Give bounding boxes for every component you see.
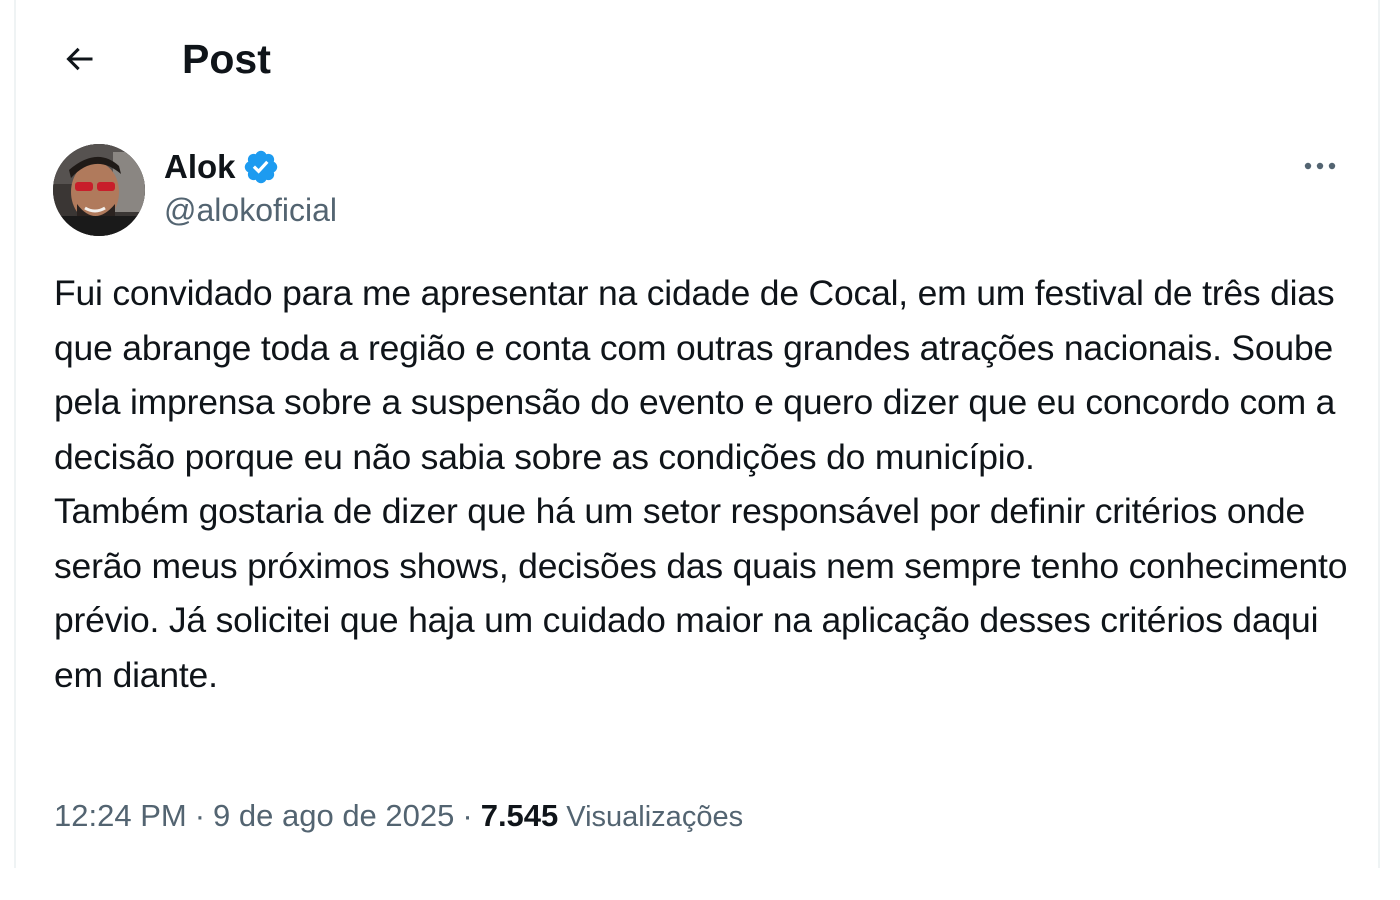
meta-separator: · [462,798,473,833]
post-header: Post [16,0,1378,118]
views-count[interactable]: 7.545 [481,798,559,834]
post-text: Fui convidado para me apresentar na cida… [54,273,1348,695]
meta-separator: · [194,798,206,833]
views-label: Visualizações [566,801,744,833]
back-button[interactable] [56,36,102,82]
post-meta: 12:24 PM · 9 de ago de 2025 · 7.545 Visu… [54,798,743,834]
author-name[interactable]: Alok [164,148,236,186]
author-handle[interactable]: @alokoficial [164,192,337,229]
verified-badge-icon[interactable] [242,148,280,186]
more-horizontal-icon [1304,162,1336,170]
post-date[interactable]: 9 de ago de 2025 [213,798,454,834]
more-options-button[interactable] [1298,146,1342,186]
page-title: Post [182,36,271,82]
post-container: Post Alok @alokoficial Fui convidado par… [14,0,1380,868]
avatar[interactable] [53,144,145,236]
author-name-row: Alok [164,146,337,188]
author-info: Alok @alokoficial [164,146,337,229]
avatar-image [53,144,145,236]
arrow-left-icon [66,47,93,71]
post-time[interactable]: 12:24 PM [54,798,187,834]
